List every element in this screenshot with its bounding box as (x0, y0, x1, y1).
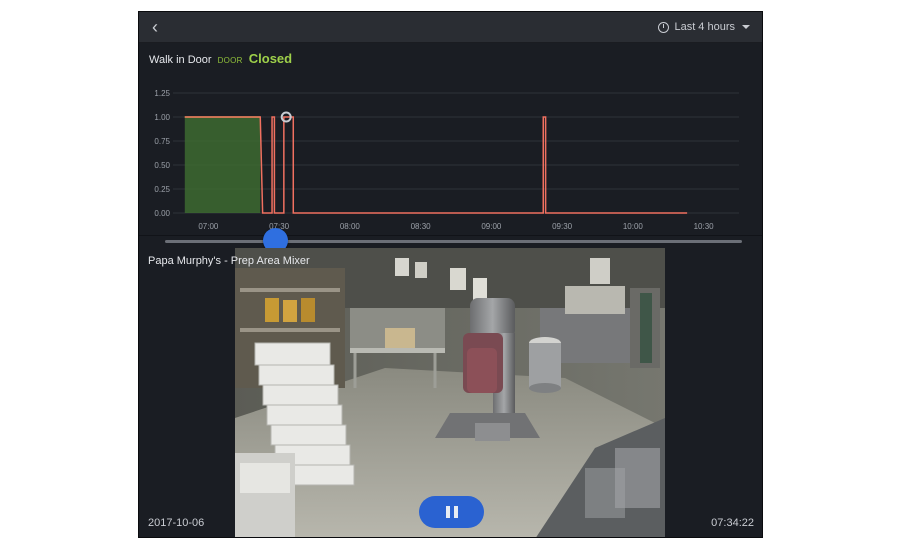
x-tick-label: 08:30 (411, 222, 432, 231)
x-tick-label: 09:00 (481, 222, 502, 231)
x-tick-label: 08:00 (340, 222, 361, 231)
pause-button[interactable] (419, 496, 484, 528)
y-tick-label: 1.25 (154, 89, 170, 98)
time-range-dropdown[interactable]: Last 4 hours (658, 18, 750, 36)
pause-icon-bar (453, 506, 458, 518)
sensor-panel: 0.00 0.25 0.50 0.75 1.00 1.25 07:00 07:30 08:00 0… (139, 43, 762, 235)
y-tick-label: 0.50 (154, 161, 170, 170)
sensor-header: Walk in Door DOOR Closed (149, 51, 292, 66)
video-panel: Papa Murphy's - Prep Area Mixer 2017-10-… (139, 248, 762, 537)
sensor-type-badge: DOOR (217, 56, 243, 65)
pause-icon (445, 506, 450, 518)
camera-video-frame[interactable] (235, 248, 665, 537)
door-state-chart: 0.000.250.500.751.001.2507:00 07:30 08:00 0… (154, 89, 739, 231)
y-tick-label: 0.00 (154, 209, 170, 218)
kitchen-camera-image (235, 248, 665, 537)
door-open-area (184, 117, 261, 213)
camera-name: Papa Murphy's - Prep Area Mixer (148, 255, 310, 267)
x-tick-label: 10:00 (623, 222, 644, 231)
y-tick-label: 1.00 (154, 113, 170, 122)
video-date: 2017-10-06 (148, 517, 205, 529)
scrubber-track[interactable] (165, 228, 742, 253)
top-bar: ‹ Last 4 hours (139, 12, 762, 43)
timeline-scrubber[interactable] (139, 228, 762, 253)
caret-down-icon (742, 25, 750, 29)
sensor-state: Closed (248, 51, 293, 66)
time-range-label: Last 4 hours (674, 21, 735, 33)
x-tick-label: 10:30 (694, 222, 715, 231)
app-window: ‹ Last 4 hours 0.00 0.25 0.50 0.75 1.00 1.25 0… (138, 11, 763, 538)
clock-icon (658, 21, 670, 33)
y-tick-label: 0.75 (154, 137, 170, 146)
x-tick-label: 09:30 (552, 222, 573, 231)
sensor-name: Walk in Door (149, 54, 212, 66)
video-timestamp: 07:34:22 (711, 517, 754, 529)
chevron-left-icon: ‹ (152, 17, 158, 37)
back-button[interactable]: ‹ (145, 17, 165, 37)
y-tick-label: 0.25 (154, 185, 170, 194)
x-tick-label: 07:00 (198, 222, 219, 231)
